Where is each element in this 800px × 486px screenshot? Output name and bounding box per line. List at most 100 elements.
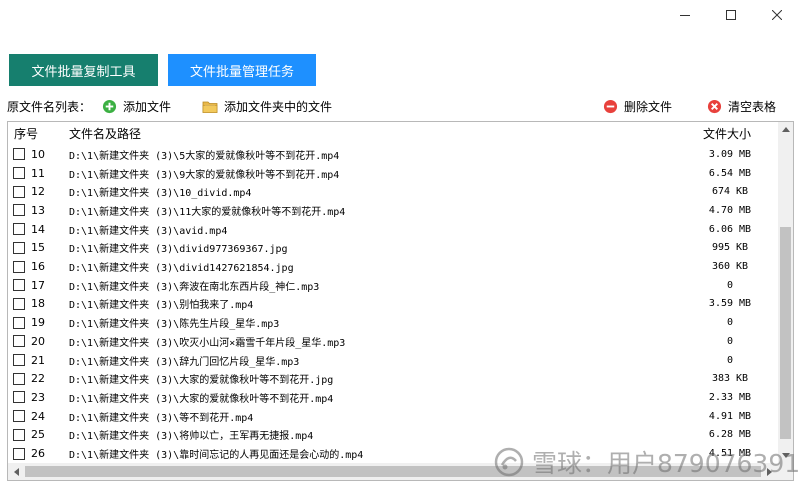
row-path: D:\1\新建文件夹 (3)\11大家的爱就像秋叶等不到花开.mp4 — [69, 206, 346, 218]
grid-header: 序号 文件名及路径 文件大小 — [8, 122, 778, 144]
add-file-button[interactable]: 添加文件 — [102, 96, 171, 116]
row-size: 3.59 MB — [708, 298, 752, 310]
row-index: 16 — [31, 260, 45, 274]
table-row[interactable]: 13 D:\1\新建文件夹 (3)\11大家的爱就像秋叶等不到花开.mp4 4.… — [8, 201, 778, 220]
delete-file-button[interactable]: 删除文件 — [603, 96, 672, 116]
row-path: D:\1\新建文件夹 (3)\divid1427621854.jpg — [69, 263, 294, 275]
row-index: 23 — [31, 390, 45, 404]
row-path: D:\1\新建文件夹 (3)\9大家的爱就像秋叶等不到花开.mp4 — [69, 169, 340, 181]
row-size: 674 KB — [711, 186, 749, 198]
table-row[interactable]: 23 D:\1\新建文件夹 (3)\大家的爱就像秋叶等不到花开.mp4 2.33… — [8, 388, 778, 407]
snowball-logo-icon — [494, 447, 524, 477]
row-size: 3.09 MB — [708, 148, 752, 160]
row-path: D:\1\新建文件夹 (3)\别怕我来了.mp4 — [69, 300, 254, 312]
row-size: 383 KB — [711, 373, 749, 385]
minus-circle-icon — [603, 99, 618, 113]
row-checkbox[interactable] — [13, 185, 25, 198]
row-size: 0 — [726, 317, 734, 329]
row-index: 11 — [31, 166, 45, 180]
vertical-scrollbar[interactable] — [778, 122, 793, 463]
clear-table-button[interactable]: 清空表格 — [707, 96, 776, 116]
row-checkbox[interactable] — [13, 335, 25, 348]
row-size: 995 KB — [711, 242, 749, 254]
add-folder-files-label: 添加文件夹中的文件 — [224, 99, 333, 114]
table-row[interactable]: 21 D:\1\新建文件夹 (3)\辞九门回忆片段_星华.mp3 0 — [8, 351, 778, 370]
row-checkbox[interactable] — [13, 241, 25, 254]
row-size: 360 KB — [711, 261, 749, 273]
row-checkbox[interactable] — [13, 447, 25, 460]
row-index: 26 — [31, 447, 45, 461]
row-index: 25 — [31, 428, 45, 442]
table-row[interactable]: 18 D:\1\新建文件夹 (3)\别怕我来了.mp4 3.59 MB — [8, 295, 778, 314]
row-path: D:\1\新建文件夹 (3)\5大家的爱就像秋叶等不到花开.mp4 — [69, 150, 340, 162]
row-path: D:\1\新建文件夹 (3)\大家的爱就像秋叶等不到花开.jpg — [69, 375, 334, 387]
column-header-path[interactable]: 文件名及路径 — [69, 122, 141, 144]
minimize-button[interactable] — [662, 0, 708, 30]
row-index: 10 — [31, 147, 45, 161]
row-path: D:\1\新建文件夹 (3)\等不到花开.mp4 — [69, 412, 254, 424]
row-index: 13 — [31, 203, 45, 217]
row-size: 4.91 MB — [708, 410, 752, 422]
row-path: D:\1\新建文件夹 (3)\avid.mp4 — [69, 225, 228, 237]
tab-copy-tool[interactable]: 文件批量复制工具 — [9, 54, 158, 86]
add-icon — [102, 99, 117, 113]
row-size: 0 — [726, 279, 734, 291]
row-size: 6.06 MB — [708, 223, 752, 235]
table-row[interactable]: 14 D:\1\新建文件夹 (3)\avid.mp4 6.06 MB — [8, 220, 778, 239]
row-checkbox[interactable] — [13, 372, 25, 385]
table-row[interactable]: 19 D:\1\新建文件夹 (3)\陈先生片段_星华.mp3 0 — [8, 313, 778, 332]
column-header-size[interactable]: 文件大小 — [703, 122, 751, 144]
row-checkbox[interactable] — [13, 428, 25, 441]
window-controls — [662, 0, 800, 30]
table-row[interactable]: 12 D:\1\新建文件夹 (3)\10_divid.mp4 674 KB — [8, 182, 778, 201]
row-index: 20 — [31, 334, 45, 348]
row-path: D:\1\新建文件夹 (3)\将帅以亡，王军再无捷报.mp4 — [69, 431, 314, 443]
clear-x-icon — [707, 99, 722, 113]
scroll-left-arrow-icon — [14, 467, 19, 476]
minimize-icon — [680, 15, 690, 16]
clear-table-label: 清空表格 — [728, 99, 777, 114]
row-checkbox[interactable] — [13, 410, 25, 423]
row-path: D:\1\新建文件夹 (3)\10_divid.mp4 — [69, 188, 252, 200]
row-checkbox[interactable] — [13, 223, 25, 236]
row-checkbox[interactable] — [13, 391, 25, 404]
column-header-index[interactable]: 序号 — [14, 122, 38, 144]
row-checkbox[interactable] — [13, 297, 25, 310]
table-row[interactable]: 10 D:\1\新建文件夹 (3)\5大家的爱就像秋叶等不到花开.mp4 3.0… — [8, 145, 778, 164]
table-row[interactable]: 22 D:\1\新建文件夹 (3)\大家的爱就像秋叶等不到花开.jpg 383 … — [8, 369, 778, 388]
close-icon — [772, 10, 782, 20]
file-grid[interactable]: 序号 文件名及路径 文件大小 10 D:\1\新建文件夹 (3)\5大家的爱就像… — [7, 121, 794, 481]
row-size: 4.70 MB — [708, 204, 752, 216]
tab-manage-tasks[interactable]: 文件批量管理任务 — [168, 54, 316, 86]
close-button[interactable] — [754, 0, 800, 30]
row-index: 18 — [31, 297, 45, 311]
row-size: 6.54 MB — [708, 167, 752, 179]
delete-file-label: 删除文件 — [624, 99, 673, 114]
table-row[interactable]: 17 D:\1\新建文件夹 (3)\奔波在南北东西片段_神仁.mp3 0 — [8, 276, 778, 295]
table-row[interactable]: 16 D:\1\新建文件夹 (3)\divid1427621854.jpg 36… — [8, 257, 778, 276]
watermark-text: 雪球：用户8790763914 — [532, 449, 800, 478]
table-row[interactable]: 20 D:\1\新建文件夹 (3)\吹灭小山河×霜雪千年片段_星华.mp3 0 — [8, 332, 778, 351]
scroll-left-button[interactable] — [9, 464, 24, 479]
row-index: 24 — [31, 409, 45, 423]
maximize-icon — [726, 10, 736, 20]
row-path: D:\1\新建文件夹 (3)\辞九门回忆片段_星华.mp3 — [69, 356, 300, 368]
row-index: 21 — [31, 353, 45, 367]
scroll-up-button[interactable] — [778, 122, 793, 137]
table-row[interactable]: 24 D:\1\新建文件夹 (3)\等不到花开.mp4 4.91 MB — [8, 407, 778, 426]
row-checkbox[interactable] — [13, 260, 25, 273]
row-checkbox[interactable] — [13, 279, 25, 292]
table-row[interactable]: 25 D:\1\新建文件夹 (3)\将帅以亡，王军再无捷报.mp4 6.28 M… — [8, 426, 778, 445]
row-index: 14 — [31, 222, 45, 236]
maximize-button[interactable] — [708, 0, 754, 30]
row-checkbox[interactable] — [13, 354, 25, 367]
vertical-scroll-thumb[interactable] — [780, 227, 791, 439]
add-folder-files-button[interactable]: 添加文件夹中的文件 — [202, 96, 332, 116]
table-row[interactable]: 15 D:\1\新建文件夹 (3)\divid977369367.jpg 995… — [8, 239, 778, 258]
row-checkbox[interactable] — [13, 148, 25, 161]
table-row[interactable]: 11 D:\1\新建文件夹 (3)\9大家的爱就像秋叶等不到花开.mp4 6.5… — [8, 164, 778, 183]
row-path: D:\1\新建文件夹 (3)\大家的爱就像秋叶等不到花开.mp4 — [69, 393, 334, 405]
row-checkbox[interactable] — [13, 316, 25, 329]
row-checkbox[interactable] — [13, 167, 25, 180]
row-checkbox[interactable] — [13, 204, 25, 217]
